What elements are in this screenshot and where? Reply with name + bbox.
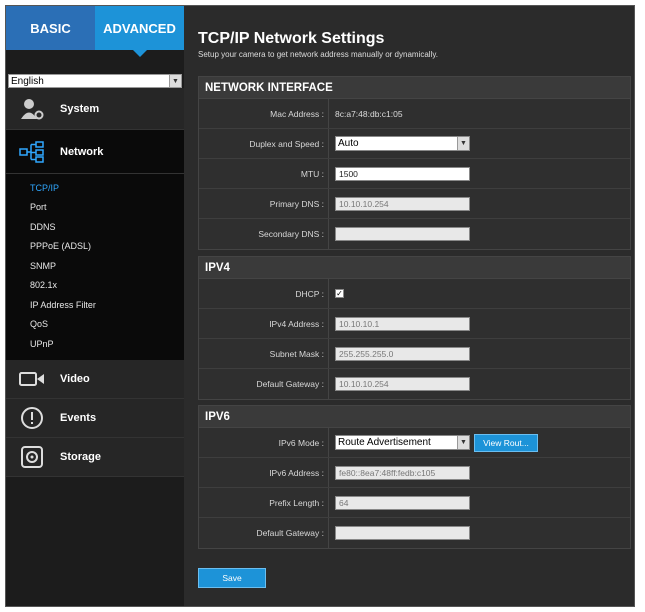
alert-icon [18, 406, 46, 430]
sidebar-item-video[interactable]: Video [6, 359, 184, 399]
ipv4-address-row: IPv4 Address : 10.10.10.1 [199, 309, 630, 339]
sidebar-item-label: System [60, 102, 100, 115]
sidebar-item-events[interactable]: Events [6, 398, 184, 438]
mac-address-label: Mac Address : [199, 99, 329, 128]
submenu-item-port[interactable]: Port [6, 198, 184, 218]
ipv6-mode-row: IPv6 Mode : Route Advertisement ▼ View R… [199, 428, 630, 458]
sidebar: BASIC ADVANCED English ▼ System Network … [6, 6, 190, 606]
submenu-item-upnp[interactable]: UPnP [6, 334, 184, 354]
sidebar-item-label: Video [60, 372, 90, 385]
ipv6-gateway-label: Default Gateway : [199, 518, 329, 548]
ipv6-address-input[interactable]: fe80::8ea7:48ff:fedb:c105 [335, 465, 470, 480]
page-title: TCP/IP Network Settings [198, 30, 385, 47]
submenu-item-tcpip[interactable]: TCP/IP [6, 178, 184, 198]
section-heading: IPV6 [199, 406, 630, 428]
ipv4-address-label: IPv4 Address : [199, 309, 329, 338]
dhcp-label: DHCP : [199, 279, 329, 308]
mtu-label: MTU : [199, 159, 329, 188]
page-subtitle: Setup your camera to get network address… [198, 50, 438, 59]
ipv6-address-row: IPv6 Address : fe80::8ea7:48ff:fedb:c105 [199, 458, 630, 488]
subnet-mask-label: Subnet Mask : [199, 339, 329, 368]
subnet-mask-row: Subnet Mask : 255.255.255.0 [199, 339, 630, 369]
section-heading: IPV4 [199, 257, 630, 279]
prefix-length-row: Prefix Length : 64 [199, 488, 630, 518]
ipv6-mode-label: IPv6 Mode : [199, 428, 329, 457]
chevron-down-icon: ▼ [457, 436, 469, 449]
ipv6-address-label: IPv6 Address : [199, 458, 329, 487]
mode-tabs: BASIC ADVANCED [6, 6, 184, 57]
section-heading: NETWORK INTERFACE [199, 77, 630, 99]
secondary-dns-row: Secondary DNS : [199, 219, 630, 249]
tab-basic[interactable]: BASIC [6, 6, 95, 50]
primary-dns-label: Primary DNS : [199, 189, 329, 218]
sidebar-item-label: Network [60, 145, 104, 158]
duplex-label: Duplex and Speed : [199, 129, 329, 158]
ipv6-section: IPV6 IPv6 Mode : Route Advertisement ▼ V… [198, 405, 631, 549]
network-interface-section: NETWORK INTERFACE Mac Address : 8c:a7:48… [198, 76, 631, 250]
sidebar-item-system[interactable]: System [6, 88, 184, 130]
secondary-dns-label: Secondary DNS : [199, 219, 329, 249]
prefix-length-label: Prefix Length : [199, 488, 329, 517]
mtu-row: MTU : 1500 [199, 159, 630, 189]
mac-address-value: 8c:a7:48:db:c1:05 [335, 108, 403, 119]
dhcp-row: DHCP : ✓ [199, 279, 630, 309]
ipv4-address-input[interactable]: 10.10.10.1 [335, 316, 470, 331]
subnet-mask-input[interactable]: 255.255.255.0 [335, 346, 470, 361]
duplex-speed-value: Auto [338, 138, 359, 149]
ipv6-mode-select[interactable]: Route Advertisement ▼ [335, 435, 470, 450]
submenu-item-ddns[interactable]: DDNS [6, 217, 184, 237]
submenu-item-8021x[interactable]: 802.1x [6, 276, 184, 296]
ipv6-gateway-input[interactable] [335, 526, 470, 540]
save-button[interactable]: Save [198, 568, 266, 588]
prefix-length-input[interactable]: 64 [335, 495, 470, 510]
language-select[interactable]: English ▼ [8, 74, 182, 88]
view-route-button[interactable]: View Rout... [474, 433, 538, 452]
dhcp-checkbox[interactable]: ✓ [335, 289, 344, 298]
chevron-down-icon: ▼ [169, 75, 181, 87]
storage-disk-icon [18, 445, 46, 469]
ipv6-mode-value: Route Advertisement [338, 437, 431, 448]
mac-address-row: Mac Address : 8c:a7:48:db:c1:05 [199, 99, 630, 129]
primary-dns-input[interactable]: 10.10.10.254 [335, 196, 470, 211]
submenu-item-snmp[interactable]: SNMP [6, 256, 184, 276]
main-content: TCP/IP Network Settings Setup your camer… [184, 6, 634, 606]
sidebar-item-label: Events [60, 411, 97, 424]
network-icon [18, 140, 46, 164]
ipv6-gateway-row: Default Gateway : [199, 518, 630, 548]
sidebar-item-storage[interactable]: Storage [6, 437, 184, 477]
sidebar-item-label: Storage [60, 450, 101, 463]
primary-dns-row: Primary DNS : 10.10.10.254 [199, 189, 630, 219]
sidebar-item-network[interactable]: Network [6, 130, 190, 174]
ipv4-gateway-label: Default Gateway : [199, 369, 329, 399]
ipv4-gateway-input[interactable]: 10.10.10.254 [335, 377, 470, 391]
chevron-down-icon: ▼ [457, 137, 469, 150]
network-submenu: TCP/IP Port DDNS PPPoE (ADSL) SNMP 802.1… [6, 174, 184, 360]
tab-advanced[interactable]: ADVANCED [95, 6, 184, 57]
ipv4-section: IPV4 DHCP : ✓ IPv4 Address : 10.10.10.1 … [198, 256, 631, 400]
submenu-item-qos[interactable]: QoS [6, 315, 184, 335]
submenu-item-ip-filter[interactable]: IP Address Filter [6, 295, 184, 315]
duplex-speed-select[interactable]: Auto ▼ [335, 136, 470, 151]
mtu-input[interactable]: 1500 [335, 166, 470, 181]
secondary-dns-input[interactable] [335, 227, 470, 241]
video-camera-icon [18, 367, 46, 391]
language-value: English [11, 75, 44, 87]
app-frame: BASIC ADVANCED English ▼ System Network … [5, 5, 635, 607]
ipv4-gateway-row: Default Gateway : 10.10.10.254 [199, 369, 630, 399]
duplex-row: Duplex and Speed : Auto ▼ [199, 129, 630, 159]
user-gear-icon [18, 97, 46, 121]
submenu-item-pppoe[interactable]: PPPoE (ADSL) [6, 237, 184, 257]
